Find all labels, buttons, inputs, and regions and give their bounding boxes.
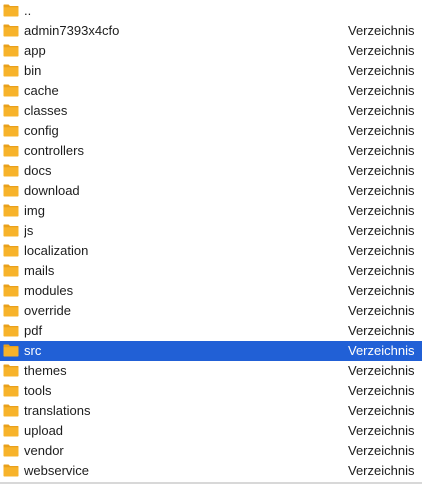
file-name: controllers <box>24 143 84 158</box>
file-kind: Verzeichnis <box>348 63 415 78</box>
file-row[interactable]: app Verzeichnis <box>0 41 422 61</box>
folder-icon <box>3 244 19 257</box>
file-row[interactable]: themes Verzeichnis <box>0 361 422 381</box>
folder-icon <box>3 264 19 277</box>
file-kind: Verzeichnis <box>348 403 415 418</box>
file-kind: Verzeichnis <box>348 183 415 198</box>
file-row[interactable]: controllers Verzeichnis <box>0 141 422 161</box>
file-row[interactable]: download Verzeichnis <box>0 181 422 201</box>
file-name: tools <box>24 383 52 398</box>
file-row[interactable]: translations Verzeichnis <box>0 401 422 421</box>
file-row[interactable]: cache Verzeichnis <box>0 81 422 101</box>
file-kind: Verzeichnis <box>348 23 415 38</box>
file-kind: Verzeichnis <box>348 383 415 398</box>
file-name: webservice <box>24 463 90 478</box>
folder-icon <box>3 324 19 337</box>
file-kind: Verzeichnis <box>348 423 415 438</box>
file-name: pdf <box>24 323 43 338</box>
folder-icon <box>3 204 19 217</box>
folder-icon <box>3 104 19 117</box>
folder-icon <box>3 464 19 477</box>
file-kind: Verzeichnis <box>348 143 415 158</box>
file-name: config <box>24 123 59 138</box>
file-kind: Verzeichnis <box>348 103 415 118</box>
file-name: js <box>24 223 34 238</box>
file-name: bin <box>24 63 42 78</box>
file-kind: Verzeichnis <box>348 303 415 318</box>
file-kind: Verzeichnis <box>348 223 415 238</box>
file-name: app <box>24 43 46 58</box>
file-name: src <box>24 343 42 358</box>
file-row[interactable]: pdf Verzeichnis <box>0 321 422 341</box>
folder-icon <box>3 124 19 137</box>
file-name: mails <box>24 263 55 278</box>
folder-icon <box>3 24 19 37</box>
file-row[interactable]: config Verzeichnis <box>0 121 422 141</box>
file-row[interactable]: docs Verzeichnis <box>0 161 422 181</box>
file-row[interactable]: src Verzeichnis <box>0 341 422 361</box>
folder-icon <box>3 384 19 397</box>
file-row[interactable]: upload Verzeichnis <box>0 421 422 441</box>
file-name: docs <box>24 163 52 178</box>
folder-icon <box>3 444 19 457</box>
file-row[interactable]: admin7393x4cfo Verzeichnis <box>0 21 422 41</box>
file-kind: Verzeichnis <box>348 443 415 458</box>
file-kind: Verzeichnis <box>348 203 415 218</box>
folder-icon <box>3 424 19 437</box>
file-name: classes <box>24 103 68 118</box>
file-kind: Verzeichnis <box>348 363 415 378</box>
file-kind: Verzeichnis <box>348 43 415 58</box>
file-kind: Verzeichnis <box>348 343 415 358</box>
file-list: .. admin7393x4cfo Verzeichnis app Verzeichni… <box>0 0 422 484</box>
folder-icon <box>3 344 19 357</box>
file-name: modules <box>24 283 74 298</box>
file-row[interactable]: .. <box>0 1 422 21</box>
file-row[interactable]: webservice Verzeichnis <box>0 461 422 481</box>
file-kind: Verzeichnis <box>348 123 415 138</box>
file-row[interactable]: vendor Verzeichnis <box>0 441 422 461</box>
file-kind: Verzeichnis <box>348 283 415 298</box>
folder-icon <box>3 64 19 77</box>
file-kind: Verzeichnis <box>348 463 415 478</box>
file-kind: Verzeichnis <box>348 163 415 178</box>
file-row[interactable]: localization Verzeichnis <box>0 241 422 261</box>
file-row[interactable]: js Verzeichnis <box>0 221 422 241</box>
file-row[interactable]: img Verzeichnis <box>0 201 422 221</box>
folder-icon <box>3 364 19 377</box>
file-name: themes <box>24 363 67 378</box>
file-row[interactable]: bin Verzeichnis <box>0 61 422 81</box>
folder-icon <box>3 144 19 157</box>
file-row[interactable]: tools Verzeichnis <box>0 381 422 401</box>
file-name: localization <box>24 243 89 258</box>
file-name: .. <box>24 3 32 18</box>
file-row[interactable]: modules Verzeichnis <box>0 281 422 301</box>
file-row[interactable]: override Verzeichnis <box>0 301 422 321</box>
file-name: translations <box>24 403 91 418</box>
folder-icon <box>3 224 19 237</box>
file-name: img <box>24 203 45 218</box>
file-row[interactable]: classes Verzeichnis <box>0 101 422 121</box>
file-kind: Verzeichnis <box>348 243 415 258</box>
folder-icon <box>3 44 19 57</box>
file-name: override <box>24 303 71 318</box>
folder-icon <box>3 304 19 317</box>
folder-icon <box>3 84 19 97</box>
file-name: upload <box>24 423 64 438</box>
folder-icon <box>3 404 19 417</box>
file-kind: Verzeichnis <box>348 323 415 338</box>
file-name: admin7393x4cfo <box>24 23 120 38</box>
folder-icon <box>3 184 19 197</box>
folder-icon <box>3 284 19 297</box>
folder-icon <box>3 4 19 17</box>
file-list-rows: .. admin7393x4cfo Verzeichnis app Verzeichni… <box>0 1 422 481</box>
file-kind: Verzeichnis <box>348 83 415 98</box>
folder-icon <box>3 164 19 177</box>
file-name: download <box>24 183 80 198</box>
file-name: vendor <box>24 443 64 458</box>
file-kind: Verzeichnis <box>348 263 415 278</box>
file-name: cache <box>24 83 59 98</box>
file-row[interactable]: mails Verzeichnis <box>0 261 422 281</box>
